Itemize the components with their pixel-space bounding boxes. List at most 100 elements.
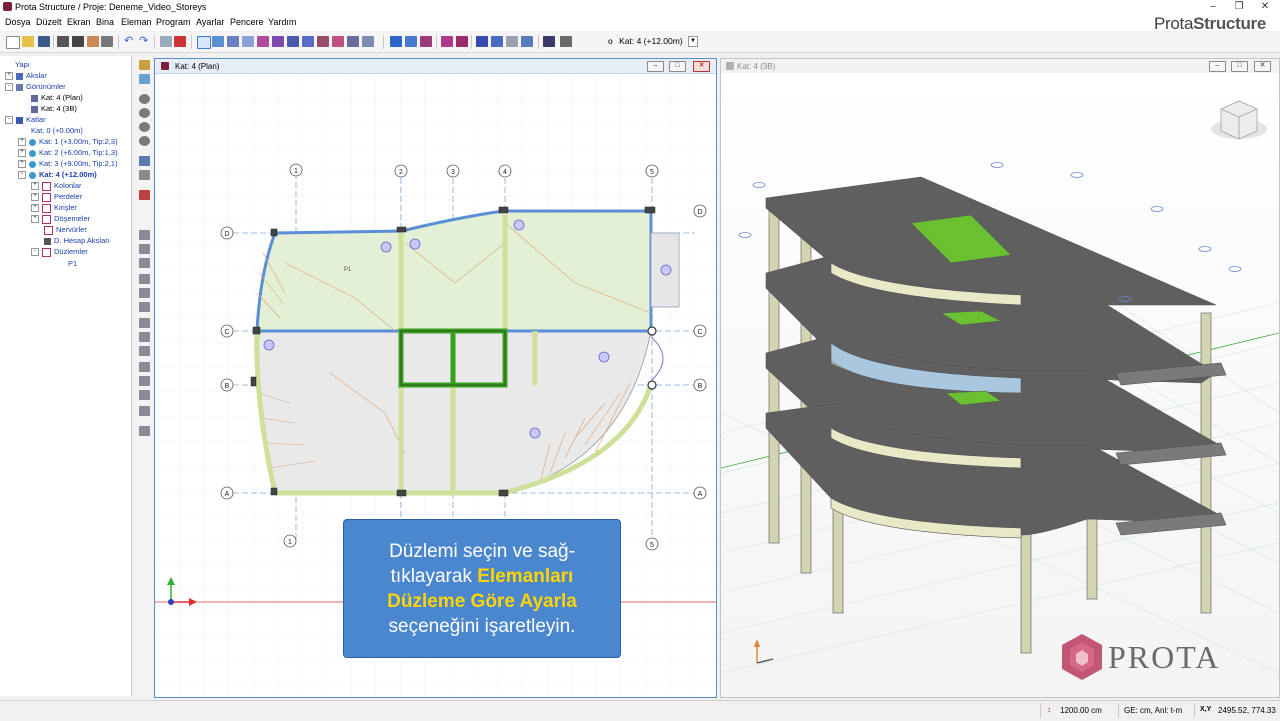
save-icon[interactable] bbox=[38, 36, 50, 47]
tree-item-nervurler[interactable]: Nervürler bbox=[44, 225, 87, 235]
menu-pencere[interactable]: Pencere bbox=[230, 17, 264, 27]
tree-item-katlar[interactable]: - Katlar bbox=[5, 115, 46, 125]
tree-item-view-plan[interactable]: Kat: 4 (Plan) bbox=[31, 93, 83, 103]
storey-icon[interactable] bbox=[420, 36, 432, 47]
collapse-icon[interactable]: - bbox=[31, 248, 39, 257]
expand-icon[interactable]: + bbox=[18, 138, 26, 147]
minimize-icon[interactable]: – bbox=[1200, 0, 1226, 15]
tree-item-perdeler[interactable]: + Perdeler bbox=[31, 192, 82, 202]
tree-item-duzlemler[interactable]: - Düzlemler bbox=[31, 247, 88, 257]
layer-tool-9-icon[interactable] bbox=[139, 346, 150, 356]
opening-tool-icon[interactable] bbox=[317, 36, 329, 47]
layers-icon[interactable] bbox=[543, 36, 555, 47]
chevron-down-icon[interactable]: ▼ bbox=[688, 36, 699, 48]
expand-icon[interactable]: + bbox=[18, 149, 26, 158]
layer-tool-12-icon[interactable] bbox=[139, 390, 150, 400]
expand-icon[interactable]: + bbox=[31, 182, 39, 191]
storey-list-icon[interactable] bbox=[560, 36, 572, 47]
quantities-icon[interactable] bbox=[521, 36, 533, 47]
menu-eleman[interactable]: Eleman bbox=[121, 17, 152, 27]
layer-tool-6-icon[interactable] bbox=[139, 302, 150, 312]
print-icon[interactable] bbox=[57, 36, 69, 47]
menu-dosya[interactable]: Dosya bbox=[5, 17, 31, 27]
design-icon[interactable] bbox=[491, 36, 503, 47]
menu-ekran[interactable]: Ekran bbox=[67, 17, 91, 27]
tree-item-kat-0[interactable]: Kat: 0 (+0.00m) bbox=[31, 126, 83, 136]
tree-root[interactable]: Yapı bbox=[15, 60, 30, 70]
wall-tool-icon[interactable] bbox=[257, 36, 269, 47]
measure-tool-icon[interactable] bbox=[347, 36, 359, 47]
pan-icon[interactable] bbox=[139, 156, 150, 166]
redo-icon[interactable]: ↷ bbox=[139, 36, 151, 47]
layer-tool-3-icon[interactable] bbox=[139, 258, 150, 268]
menu-ayarlar[interactable]: Ayarlar bbox=[196, 17, 224, 27]
maximize-icon[interactable]: □ bbox=[669, 61, 686, 72]
tree-item-kat-2[interactable]: + Kat: 2 (+6.00m, Tip:1,3) bbox=[18, 148, 118, 158]
restore-icon[interactable]: ❐ bbox=[1226, 0, 1252, 15]
close-icon[interactable]: ✕ bbox=[693, 61, 710, 72]
tree-item-akslar[interactable]: + Akslar bbox=[5, 71, 47, 81]
layer-tool-10-icon[interactable] bbox=[139, 362, 150, 372]
view-plan-icon[interactable] bbox=[441, 36, 453, 47]
tree-item-kirisler[interactable]: + Kirişler bbox=[31, 203, 77, 213]
close-icon[interactable]: ✕ bbox=[1254, 61, 1271, 72]
slab-tool-icon[interactable] bbox=[287, 36, 299, 47]
section-icon[interactable] bbox=[139, 190, 150, 200]
layer-tool-5-icon[interactable] bbox=[139, 288, 150, 298]
expand-icon[interactable]: + bbox=[18, 160, 26, 169]
collapse-icon[interactable]: - bbox=[18, 171, 26, 180]
edit-plane-icon[interactable] bbox=[139, 74, 150, 84]
redraw-icon[interactable] bbox=[139, 170, 150, 180]
menu-program[interactable]: Program bbox=[156, 17, 191, 27]
report-icon[interactable] bbox=[101, 36, 113, 47]
collapse-icon[interactable]: - bbox=[5, 116, 13, 125]
menu-duzelt[interactable]: Düzelt bbox=[36, 17, 62, 27]
tree-item-kat-3[interactable]: + Kat: 3 (+9.00m, Tip:2,1) bbox=[18, 159, 118, 169]
layer-tool-11-icon[interactable] bbox=[139, 376, 150, 386]
undo-icon[interactable]: ↶ bbox=[124, 36, 136, 47]
beam-tool-icon[interactable] bbox=[242, 36, 254, 47]
building-icon[interactable] bbox=[405, 36, 417, 47]
line-tool-icon[interactable] bbox=[212, 36, 224, 47]
menu-bina[interactable]: Bina bbox=[96, 17, 114, 27]
close-icon[interactable]: ✕ bbox=[1252, 0, 1278, 15]
maximize-icon[interactable]: □ bbox=[1231, 61, 1248, 72]
layer-tool-1-icon[interactable] bbox=[139, 230, 150, 240]
tree-item-kolonlar[interactable]: + Kolonlar bbox=[31, 181, 82, 191]
dimension-tool-icon[interactable] bbox=[332, 36, 344, 47]
3d-canvas[interactable] bbox=[721, 73, 1279, 697]
expand-icon[interactable]: + bbox=[31, 215, 39, 224]
settings-icon[interactable] bbox=[87, 36, 99, 47]
minimize-icon[interactable]: – bbox=[1209, 61, 1226, 72]
tree-item-dosemeler[interactable]: + Döşemeler bbox=[31, 214, 90, 224]
print-preview-icon[interactable] bbox=[72, 36, 84, 47]
new-file-icon[interactable] bbox=[6, 36, 20, 49]
zoom-extents-icon[interactable] bbox=[139, 136, 150, 146]
tree-item-gorunumler[interactable]: - Görünümler bbox=[5, 82, 66, 92]
expand-icon[interactable]: + bbox=[31, 193, 39, 202]
open-folder-icon[interactable] bbox=[22, 36, 34, 47]
rect-tool-icon[interactable] bbox=[227, 36, 239, 47]
tree-item-kat-1[interactable]: + Kat: 1 (+3.00m, Tip:2,3) bbox=[18, 137, 118, 147]
snap-tool-icon[interactable] bbox=[362, 36, 374, 47]
pencil-icon[interactable] bbox=[139, 60, 150, 70]
zoom-in-icon[interactable] bbox=[139, 94, 150, 104]
select-pointer-icon[interactable] bbox=[197, 36, 211, 49]
tree-item-kat-4[interactable]: - Kat: 4 (+12.00m) bbox=[18, 170, 97, 180]
zoom-window-icon[interactable] bbox=[139, 122, 150, 132]
collapse-icon[interactable]: - bbox=[5, 83, 13, 92]
grid-axis-icon[interactable] bbox=[390, 36, 402, 47]
story-selector[interactable]: o Kat: 4 (+12.00m) ▼ bbox=[608, 35, 699, 48]
view-3d-icon[interactable] bbox=[456, 36, 468, 47]
column-tool-icon[interactable] bbox=[272, 36, 284, 47]
menu-yardim[interactable]: Yardım bbox=[268, 17, 296, 27]
move-icon[interactable] bbox=[160, 36, 172, 47]
tree-item-view-3d[interactable]: Kat: 4 (3B) bbox=[31, 104, 77, 114]
layer-tool-8-icon[interactable] bbox=[139, 332, 150, 342]
layer-tool-14-icon[interactable] bbox=[139, 426, 150, 436]
zoom-out-icon[interactable] bbox=[139, 108, 150, 118]
expand-icon[interactable]: + bbox=[5, 72, 13, 81]
layer-tool-13-icon[interactable] bbox=[139, 406, 150, 416]
minimize-icon[interactable]: – bbox=[647, 61, 664, 72]
tree-item-p1[interactable]: P1 bbox=[68, 259, 77, 269]
